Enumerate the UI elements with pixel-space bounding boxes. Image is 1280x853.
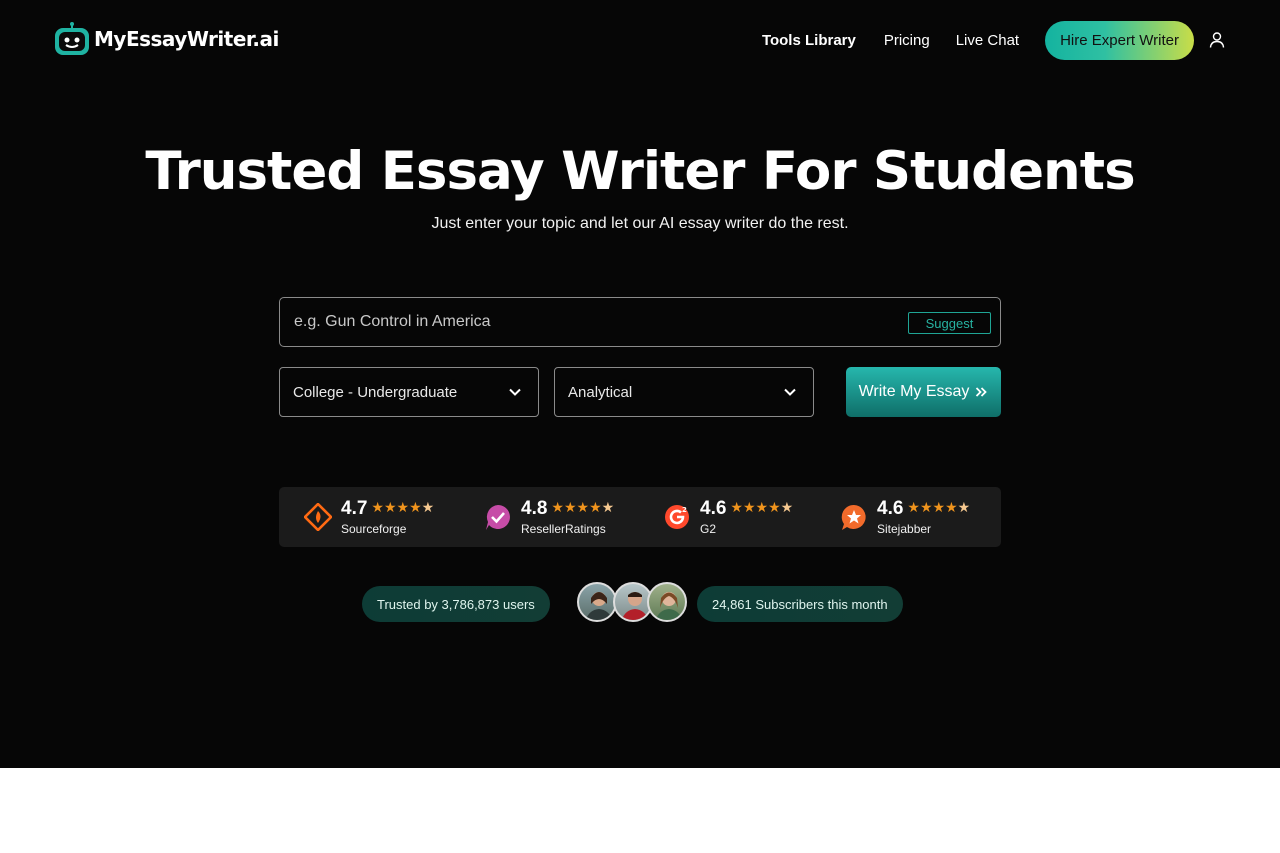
star-rating-icon: ★★★★★ [371, 499, 435, 515]
rating-score: 4.8 [521, 498, 548, 519]
nav-tools-library[interactable]: Tools Library [762, 32, 856, 49]
academic-level-value: College - Undergraduate [293, 383, 458, 401]
star-rating-icon: ★★★★★ [551, 499, 615, 515]
rating-sourceforge[interactable]: 4.7 ★★★★★ Sourceforge [304, 498, 434, 536]
topic-input[interactable] [294, 298, 894, 346]
page-title: Trusted Essay Writer For Students [145, 141, 1135, 202]
user-icon[interactable] [1208, 31, 1226, 49]
sitejabber-logo-icon [841, 504, 866, 530]
subscribers-badge: 24,861 Subscribers this month [697, 586, 903, 622]
rating-source-name: ResellerRatings [521, 522, 606, 536]
page-subtitle: Just enter your topic and let our AI ess… [431, 215, 849, 232]
rating-g2[interactable]: 2 4.6 ★★★★★ G2 [663, 498, 793, 536]
rating-score: 4.6 [700, 498, 727, 519]
suggest-button[interactable]: Suggest [908, 312, 991, 334]
logo-text: MyEssayWriter.ai [94, 27, 279, 51]
rating-source-name: Sitejabber [877, 522, 932, 536]
robot-logo-icon [55, 22, 89, 55]
avatar [577, 582, 617, 622]
hero-section: MyEssayWriter.ai Tools Library Pricing L… [0, 0, 1280, 768]
g2-logo-icon: 2 [665, 505, 689, 529]
hire-expert-writer-button[interactable]: Hire Expert Writer [1045, 20, 1194, 60]
academic-level-select[interactable]: College - Undergraduate [279, 367, 539, 417]
sourceforge-logo-icon [304, 503, 332, 531]
resellerratings-logo-icon [486, 505, 510, 530]
nav-live-chat[interactable]: Live Chat [956, 32, 1019, 49]
star-rating-icon: ★★★★★ [730, 499, 794, 515]
trusted-users-badge: Trusted by 3,786,873 users [362, 586, 550, 622]
rating-sitejabber[interactable]: 4.6 ★★★★★ Sitejabber [840, 498, 970, 536]
write-my-essay-button[interactable]: Write My Essay [846, 367, 1001, 417]
essay-type-select[interactable]: Analytical [554, 367, 814, 417]
svg-text:2: 2 [682, 506, 687, 514]
chevron-down-icon [784, 388, 796, 396]
rating-source-name: Sourceforge [341, 522, 407, 536]
nav-pricing[interactable]: Pricing [884, 32, 930, 49]
main-nav: Tools Library Pricing Live Chat Hire Exp… [762, 20, 1226, 60]
rating-source-name: G2 [700, 522, 717, 536]
avatar [647, 582, 687, 622]
double-chevron-right-icon [976, 387, 988, 397]
topic-field: Suggest [279, 297, 1001, 347]
rating-score: 4.6 [877, 498, 904, 519]
rating-score: 4.7 [341, 498, 368, 519]
write-my-essay-label: Write My Essay [858, 383, 970, 400]
ratings-bar: 4.7 ★★★★★ Sourceforge 4.8 ★★★★★ ResellerRa… [279, 487, 1001, 547]
star-rating-icon: ★★★★★ [907, 499, 971, 515]
essay-type-value: Analytical [568, 383, 633, 401]
logo[interactable]: MyEssayWriter.ai [54, 22, 279, 56]
rating-resellerratings[interactable]: 4.8 ★★★★★ ResellerRatings [484, 498, 614, 536]
chevron-down-icon [509, 388, 521, 396]
